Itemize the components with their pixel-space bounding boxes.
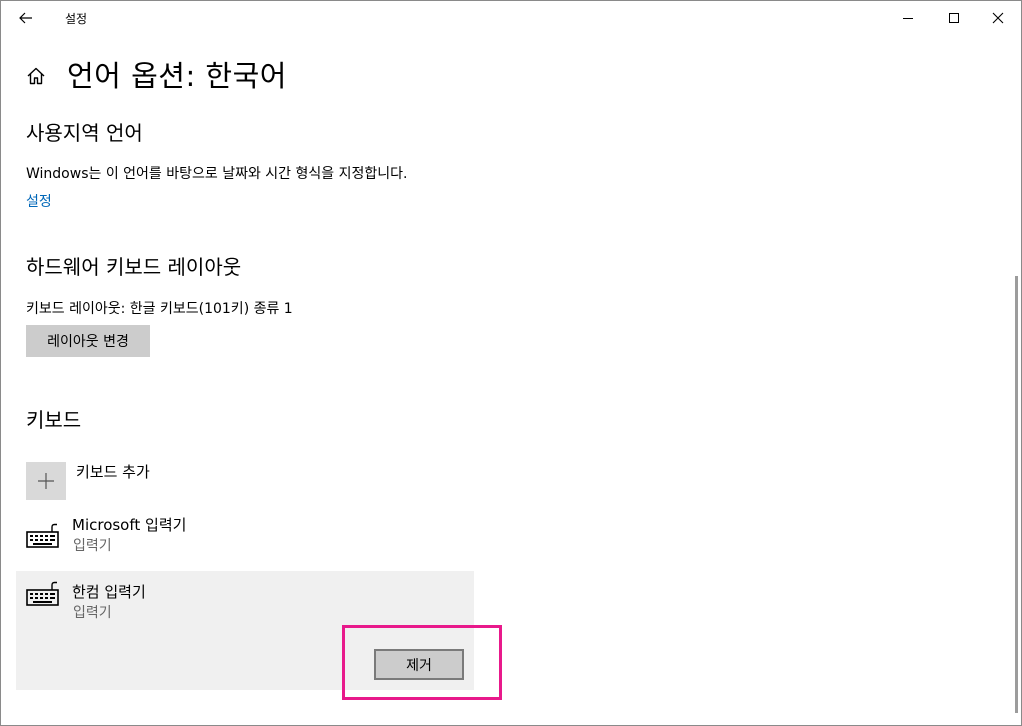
window-title: 설정 (65, 12, 88, 26)
back-arrow-icon (19, 12, 32, 24)
hardware-keyboard-heading: 하드웨어 키보드 레이아웃 (26, 255, 242, 279)
title-bar: 설정 (1, 1, 1021, 35)
keyboard-item-type: 입력기 (73, 538, 112, 554)
regional-language-heading: 사용지역 언어 (26, 121, 143, 145)
close-icon (992, 12, 1004, 24)
close-button[interactable] (975, 1, 1021, 35)
maximize-button[interactable] (931, 1, 977, 35)
change-layout-button[interactable]: 레이아웃 변경 (26, 325, 150, 357)
current-layout-text: 키보드 레이아웃: 한글 키보드(101키) 종류 1 (26, 301, 293, 317)
page-title: 언어 옵션: 한국어 (67, 59, 287, 93)
keyboard-item-name: Microsoft 입력기 (72, 516, 187, 534)
regional-description: Windows는 이 언어를 바탕으로 날짜와 시간 형식을 지정합니다. (26, 166, 408, 182)
home-button[interactable] (25, 65, 47, 87)
home-icon (27, 67, 45, 85)
keyboards-heading: 키보드 (26, 408, 82, 432)
keyboard-item-name: 한컴 입력기 (72, 583, 146, 601)
keyboard-item-type: 입력기 (73, 605, 112, 621)
keyboard-item-microsoft[interactable]: Microsoft 입력기 입력기 (16, 513, 474, 569)
add-keyboard-label[interactable]: 키보드 추가 (76, 461, 150, 482)
minimize-button[interactable] (885, 1, 931, 35)
plus-icon (38, 473, 54, 489)
keyboard-icon (26, 523, 59, 548)
regional-settings-link[interactable]: 설정 (26, 191, 52, 211)
vertical-scrollbar[interactable] (1015, 276, 1018, 713)
remove-button[interactable]: 제거 (374, 649, 464, 680)
minimize-icon (903, 18, 913, 19)
maximize-icon (949, 13, 959, 23)
add-keyboard-button[interactable] (26, 462, 66, 500)
keyboard-icon (26, 581, 59, 606)
back-button[interactable] (9, 3, 43, 33)
settings-window: 설정 언어 옵션: 한국어 사용지역 언어 Windows는 이 언어를 바탕으… (0, 0, 1022, 726)
